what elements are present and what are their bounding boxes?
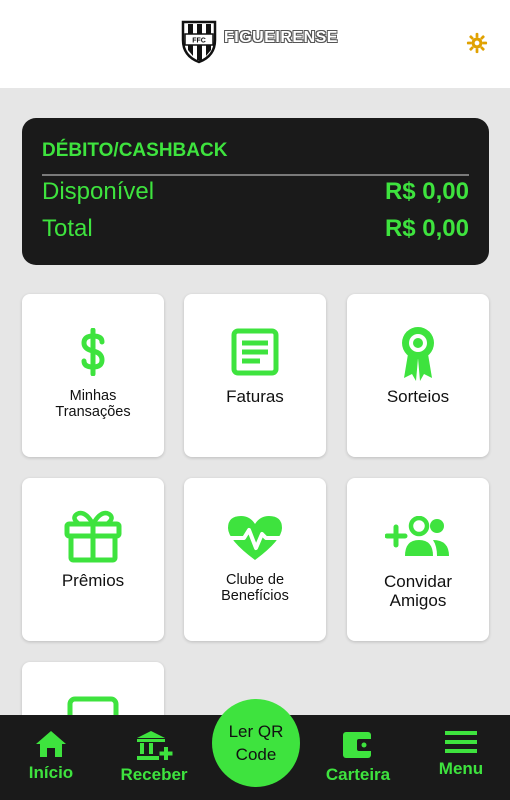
award-icon (402, 327, 434, 381)
club-crest-icon: FFC (181, 20, 217, 64)
gear-icon[interactable] (466, 32, 488, 54)
nav-receive-label: Receber (120, 765, 188, 784)
tile-label: Sorteios (386, 387, 450, 406)
tile-label: Convidar Amigos (383, 572, 453, 611)
brand: FFC FIGUEIRENSE (180, 18, 338, 64)
total-label: Total (42, 215, 93, 242)
gift-icon (64, 510, 122, 563)
tile-transactions[interactable]: Minhas Transações (22, 294, 164, 457)
available-label: Disponível (42, 178, 155, 205)
tile-label: Faturas (226, 387, 284, 406)
available-row: Disponível R$ 0,00 (42, 178, 469, 206)
add-users-icon (385, 516, 449, 556)
nav-wallet[interactable]: Carteira (320, 715, 396, 800)
nav-home[interactable]: Início (18, 715, 84, 800)
balance-heading: DÉBITO/CASHBACK (42, 140, 228, 161)
tile-label: Clube de Benefícios (221, 572, 289, 605)
bank-plus-icon (137, 731, 173, 760)
qr-scan-button[interactable]: Ler QR Code (212, 699, 300, 787)
brand-name: FIGUEIRENSE (224, 29, 338, 46)
nav-menu[interactable]: Menu (432, 715, 490, 800)
tile-raffles[interactable]: Sorteios (347, 294, 489, 457)
tile-invite-friends[interactable]: Convidar Amigos (347, 478, 489, 641)
hamburger-icon (445, 731, 477, 753)
app-header: FFC FIGUEIRENSE (0, 0, 510, 88)
balance-divider (42, 174, 469, 176)
nav-wallet-label: Carteira (325, 765, 391, 784)
tile-prizes[interactable]: Prêmios (22, 478, 164, 641)
dollar-icon (81, 328, 105, 376)
tile-invoices[interactable]: Faturas (184, 294, 326, 457)
qr-scan-label: Ler QR Code (228, 722, 284, 764)
home-icon (36, 731, 66, 757)
tile-label: Prêmios (61, 571, 125, 590)
heartbeat-icon (228, 516, 282, 560)
balance-card: DÉBITO/CASHBACK Disponível R$ 0,00 Total… (22, 118, 489, 265)
tile-label: Minhas Transações (55, 388, 131, 421)
wallet-icon (343, 732, 373, 758)
nav-menu-label: Menu (438, 759, 484, 778)
tile-benefits-club[interactable]: Clube de Benefícios (184, 478, 326, 641)
nav-receive[interactable]: Receber (115, 715, 193, 800)
nav-home-label: Início (28, 763, 74, 782)
available-value: R$ 0,00 (384, 178, 469, 205)
svg-text:FFC: FFC (192, 38, 206, 45)
total-value: R$ 0,00 (384, 215, 469, 242)
invoice-icon (231, 328, 279, 376)
total-row: Total R$ 0,00 (42, 215, 469, 243)
